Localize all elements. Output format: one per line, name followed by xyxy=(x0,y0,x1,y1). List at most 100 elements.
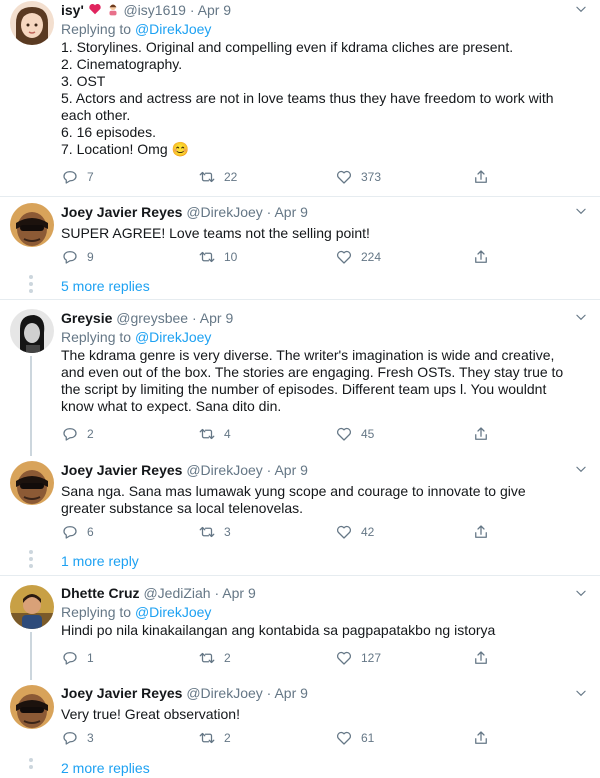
user-handle[interactable]: @isy1619 xyxy=(123,2,185,18)
user-handle[interactable]: @DirekJoey xyxy=(186,462,262,478)
tweet-isy[interactable]: isy' @isy1619 · Apr 9 Replying to @Direk… xyxy=(0,0,600,198)
retweet-icon xyxy=(199,526,215,538)
mention-link[interactable]: @DirekJoey xyxy=(135,21,211,37)
like-button[interactable]: 42 xyxy=(335,523,374,541)
retweet-icon xyxy=(199,652,215,664)
chevron-down-icon[interactable] xyxy=(574,686,588,700)
like-button[interactable]: 224 xyxy=(335,248,381,266)
avatar[interactable] xyxy=(10,203,54,247)
retweet-icon xyxy=(199,171,215,183)
reply-thread: isy' @isy1619 · Apr 9 Replying to @Direk… xyxy=(0,0,600,778)
tweet-date[interactable]: Apr 9 xyxy=(200,310,233,326)
reply-icon xyxy=(63,171,77,184)
like-count: 224 xyxy=(361,250,382,264)
tweet-joey-2[interactable]: Joey Javier Reyes @DirekJoey · Apr 9 San… xyxy=(0,456,600,546)
retweet-button[interactable]: 2 xyxy=(198,649,231,667)
user-handle[interactable]: @greysbee xyxy=(116,310,188,326)
tweet-date[interactable]: Apr 9 xyxy=(222,585,255,601)
tweet-greysie[interactable]: Greysie @greysbee · Apr 9 Replying to @D… xyxy=(0,300,600,456)
avatar[interactable] xyxy=(10,585,54,629)
share-icon xyxy=(475,525,487,538)
display-name[interactable]: Joey Javier Reyes xyxy=(61,462,182,478)
share-button[interactable] xyxy=(472,649,490,667)
like-button[interactable]: 373 xyxy=(335,168,381,186)
retweet-button[interactable]: 2 xyxy=(198,729,231,747)
like-button[interactable]: 45 xyxy=(335,425,374,443)
tweet-date[interactable]: Apr 9 xyxy=(274,204,307,220)
reply-button[interactable]: 2 xyxy=(61,425,94,443)
mention-link[interactable]: @DirekJoey xyxy=(135,604,211,620)
tweet-joey-1[interactable]: Joey Javier Reyes @DirekJoey · Apr 9 SUP… xyxy=(0,198,600,270)
reply-button[interactable]: 3 xyxy=(61,729,94,747)
share-icon xyxy=(475,651,487,664)
tweet-text: Hindi po nila kinakailangan ang kontabid… xyxy=(61,622,496,638)
reply-button[interactable]: 1 xyxy=(61,649,94,667)
tweet-joey-3[interactable]: Joey Javier Reyes @DirekJoey · Apr 9 Ver… xyxy=(0,680,600,755)
share-button[interactable] xyxy=(472,729,490,747)
tweet-date[interactable]: Apr 9 xyxy=(274,462,307,478)
show-more-replies-link[interactable]: 2 more replies xyxy=(61,760,150,776)
show-more-replies-link[interactable]: 5 more replies xyxy=(61,278,150,294)
chevron-down-icon[interactable] xyxy=(574,462,588,476)
reply-button[interactable]: 7 xyxy=(61,168,94,186)
thread-dots xyxy=(28,275,34,296)
avatar[interactable] xyxy=(10,461,54,505)
display-name[interactable]: isy' xyxy=(61,2,84,18)
tweet-text: Sana nga. Sana mas lumawak yung scope an… xyxy=(61,483,526,516)
share-button[interactable] xyxy=(472,523,490,541)
retweet-button[interactable]: 3 xyxy=(198,523,231,541)
like-icon xyxy=(336,250,352,264)
retweet-button[interactable]: 22 xyxy=(198,168,237,186)
retweet-button[interactable]: 10 xyxy=(198,248,237,266)
avatar[interactable] xyxy=(10,1,54,45)
display-name[interactable]: Greysie xyxy=(61,310,112,326)
lady-emoji-icon xyxy=(106,2,120,20)
retweet-icon xyxy=(199,732,215,744)
display-name[interactable]: Dhette Cruz xyxy=(61,585,140,601)
action-bar: 3 2 61 xyxy=(61,729,570,747)
action-bar: 2 4 45 xyxy=(61,425,570,443)
display-name[interactable]: Joey Javier Reyes xyxy=(61,204,182,220)
chevron-down-icon[interactable] xyxy=(574,310,588,324)
action-bar: 6 3 42 xyxy=(61,523,570,541)
tweet-header: Joey Javier Reyes @DirekJoey · Apr 9 xyxy=(61,685,308,701)
tweet-header: Joey Javier Reyes @DirekJoey · Apr 9 xyxy=(61,462,308,478)
replying-to: Replying to @DirekJoey xyxy=(61,21,212,37)
user-handle[interactable]: @DirekJoey xyxy=(186,204,262,220)
share-button[interactable] xyxy=(472,425,490,443)
tweet-text: Very true! Great observation! xyxy=(61,706,240,722)
chevron-down-icon[interactable] xyxy=(574,2,588,16)
replying-to: Replying to @DirekJoey xyxy=(61,329,212,345)
tweet-date[interactable]: Apr 9 xyxy=(274,685,307,701)
tweet-date[interactable]: Apr 9 xyxy=(198,2,231,18)
retweet-count: 3 xyxy=(224,525,231,539)
chevron-down-icon[interactable] xyxy=(574,204,588,218)
share-button[interactable] xyxy=(472,248,490,266)
tweet-header: Dhette Cruz @JediZiah · Apr 9 xyxy=(61,585,256,601)
tweet-dhette[interactable]: Dhette Cruz @JediZiah · Apr 9 Replying t… xyxy=(0,576,600,680)
avatar[interactable] xyxy=(10,685,54,729)
share-button[interactable] xyxy=(472,168,490,186)
like-icon xyxy=(336,731,352,745)
avatar[interactable] xyxy=(10,309,54,353)
tweet-header: Greysie @greysbee · Apr 9 xyxy=(61,310,234,326)
replying-to: Replying to @DirekJoey xyxy=(61,604,212,620)
reply-button[interactable]: 6 xyxy=(61,523,94,541)
user-handle[interactable]: @JediZiah xyxy=(143,585,210,601)
like-button[interactable]: 127 xyxy=(335,649,381,667)
display-name[interactable]: Joey Javier Reyes xyxy=(61,685,182,701)
reply-count: 7 xyxy=(87,170,94,184)
retweet-count: 4 xyxy=(224,427,231,441)
user-handle[interactable]: @DirekJoey xyxy=(186,685,262,701)
show-more-replies-link[interactable]: 1 more reply xyxy=(61,553,139,569)
like-button[interactable]: 61 xyxy=(335,729,374,747)
reply-count: 9 xyxy=(87,250,94,264)
mention-link[interactable]: @DirekJoey xyxy=(135,329,211,345)
like-count: 61 xyxy=(361,731,375,745)
retweet-button[interactable]: 4 xyxy=(198,425,231,443)
like-icon xyxy=(336,427,352,441)
retweet-icon xyxy=(199,428,215,440)
chevron-down-icon[interactable] xyxy=(574,586,588,600)
reply-button[interactable]: 9 xyxy=(61,248,94,266)
like-count: 42 xyxy=(361,525,375,539)
